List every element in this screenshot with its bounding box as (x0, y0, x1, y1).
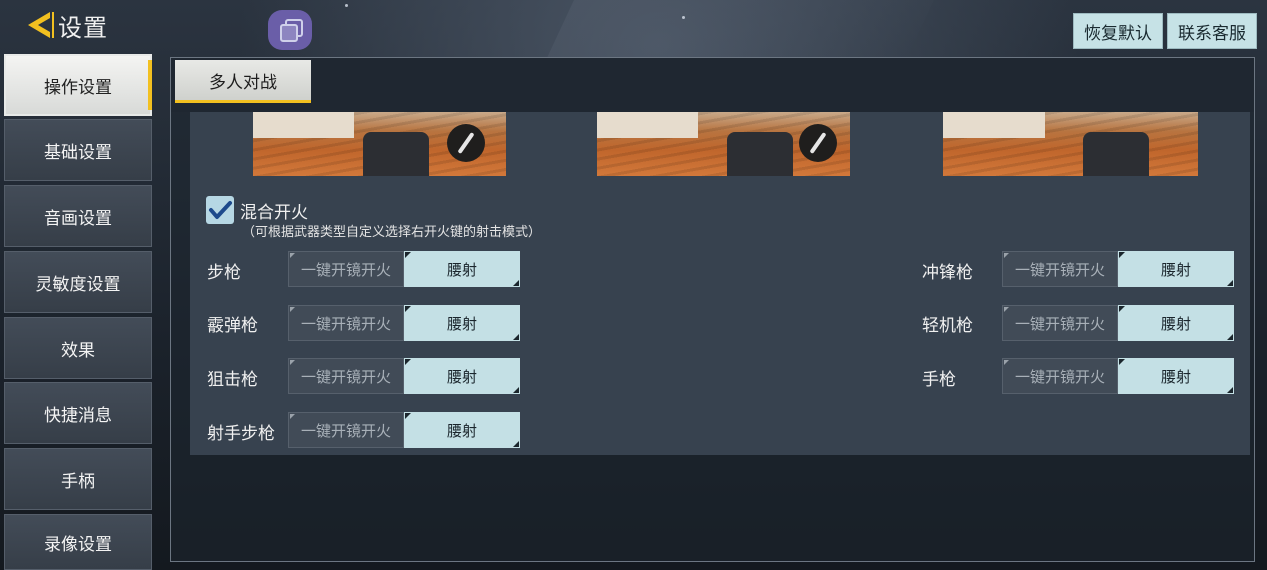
rifle-ads-fire-option[interactable]: 一键开镜开火 (288, 251, 404, 287)
contact-support-button[interactable]: 联系客服 (1167, 13, 1257, 49)
fire-mode-preview-1[interactable] (253, 112, 506, 176)
weapon-label-marksman: 射手步枪 (207, 424, 275, 444)
pistol-hipfire-option[interactable]: 腰射 (1118, 358, 1234, 394)
sidebar-item-audio-video[interactable]: 音画设置 (4, 185, 152, 247)
fire-mode-preview-3[interactable] (943, 112, 1198, 176)
shotgun-ads-fire-option[interactable]: 一键开镜开火 (288, 305, 404, 341)
smg-hipfire-option[interactable]: 腰射 (1118, 251, 1234, 287)
marksman-hipfire-option[interactable]: 腰射 (404, 412, 520, 448)
sidebar-item-sensitivity[interactable]: 灵敏度设置 (4, 251, 152, 313)
background-shape (546, 0, 934, 60)
overlay-squares-icon[interactable] (268, 10, 312, 50)
lmg-ads-fire-option[interactable]: 一键开镜开火 (1002, 305, 1118, 341)
fire-mode-preview-2[interactable] (597, 112, 850, 176)
sidebar-item-quick-messages[interactable]: 快捷消息 (4, 382, 152, 444)
weapon-label-shotgun: 霰弹枪 (207, 316, 258, 336)
sniper-hipfire-option[interactable]: 腰射 (404, 358, 520, 394)
sidebar-item-recording[interactable]: 录像设置 (4, 514, 152, 570)
background-star (345, 4, 348, 7)
marksman-ads-fire-option[interactable]: 一键开镜开火 (288, 412, 404, 448)
back-arrow-icon[interactable] (24, 10, 54, 40)
sidebar-item-effects[interactable]: 效果 (4, 317, 152, 379)
fire-button-icon (799, 124, 837, 162)
tab-bar (171, 58, 1254, 112)
sidebar-item-controls[interactable]: 操作设置 (4, 54, 152, 116)
reset-defaults-button[interactable]: 恢复默认 (1073, 13, 1163, 49)
rifle-hipfire-option[interactable]: 腰射 (404, 251, 520, 287)
weapon-label-pistol: 手枪 (922, 370, 956, 390)
shotgun-hipfire-option[interactable]: 腰射 (404, 305, 520, 341)
pistol-ads-fire-option[interactable]: 一键开镜开火 (1002, 358, 1118, 394)
weapon-label-lmg: 轻机枪 (922, 316, 973, 336)
fire-button-icon (447, 124, 485, 162)
mixed-fire-checkbox[interactable] (206, 196, 234, 224)
tab-multiplayer[interactable]: 多人对战 (175, 60, 311, 103)
sidebar-item-basic[interactable]: 基础设置 (4, 119, 152, 181)
sidebar-item-controller[interactable]: 手柄 (4, 448, 152, 510)
lmg-hipfire-option[interactable]: 腰射 (1118, 305, 1234, 341)
weapon-label-smg: 冲锋枪 (922, 263, 973, 283)
checkmark-icon (209, 201, 232, 219)
mixed-fire-description: （可根据武器类型自定义选择右开火键的射击模式） (242, 225, 542, 240)
weapon-label-rifle: 步枪 (207, 263, 241, 283)
weapon-label-sniper: 狙击枪 (207, 370, 258, 390)
page-title: 设置 (58, 14, 108, 42)
smg-ads-fire-option[interactable]: 一键开镜开火 (1002, 251, 1118, 287)
background-star (682, 16, 685, 19)
sniper-ads-fire-option[interactable]: 一键开镜开火 (288, 358, 404, 394)
mixed-fire-label: 混合开火 (240, 203, 308, 223)
